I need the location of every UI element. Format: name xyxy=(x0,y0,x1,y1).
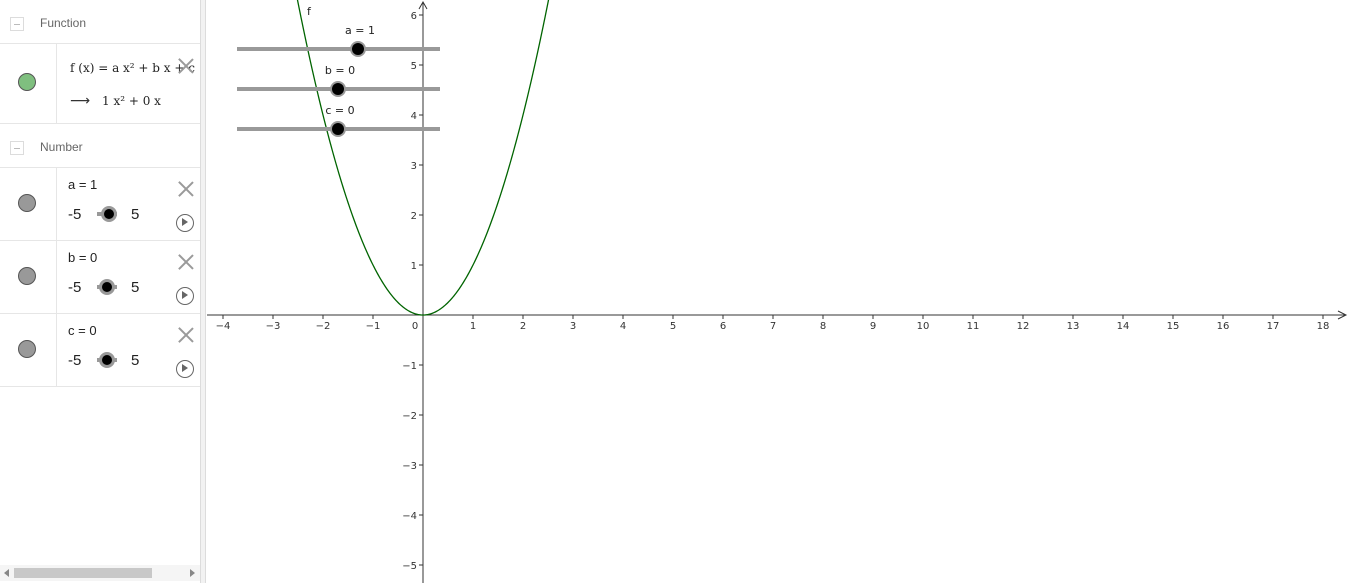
y-tick-label: 3 xyxy=(411,161,417,172)
function-label-f[interactable]: f xyxy=(307,5,312,18)
y-tick-group: 6 5 4 3 2 1 −1 −2 −3 −4 −5 xyxy=(402,11,423,572)
arrow-right-icon: ⟶ xyxy=(70,93,91,109)
number-group-header[interactable]: Number xyxy=(0,124,200,168)
scroll-left-icon[interactable] xyxy=(4,569,9,577)
x-tick-label: 4 xyxy=(620,321,626,332)
collapse-function-group-icon[interactable] xyxy=(10,17,24,31)
number-group-title: Number xyxy=(40,140,83,154)
horizontal-scrollbar[interactable] xyxy=(0,565,200,581)
slider-knob[interactable] xyxy=(332,123,344,135)
x-tick-label: 17 xyxy=(1267,321,1280,332)
y-tick-label: −1 xyxy=(402,361,417,372)
y-tick-label: 5 xyxy=(411,61,417,72)
x-tick-label: 5 xyxy=(670,321,676,332)
x-tick-label: −2 xyxy=(316,321,331,332)
number-item-row[interactable]: a = 1 -5 5 xyxy=(0,168,200,241)
y-tick-label: −5 xyxy=(402,561,417,572)
mini-slider-knob[interactable] xyxy=(99,279,115,295)
x-tick-label: 12 xyxy=(1017,321,1030,332)
slider-min: -5 xyxy=(68,206,82,223)
mini-slider-knob[interactable] xyxy=(101,206,117,222)
x-tick-label: 1 xyxy=(470,321,476,332)
play-animation-icon[interactable] xyxy=(176,214,194,232)
y-tick-label: −2 xyxy=(402,411,417,422)
x-tick-label: 0 xyxy=(412,321,418,332)
delete-number-icon[interactable] xyxy=(177,180,195,198)
x-tick-label: 6 xyxy=(720,321,726,332)
slider-min: -5 xyxy=(68,279,82,296)
visibility-marble-icon[interactable] xyxy=(18,194,36,212)
x-tick-group: −4 −3 −2 −1 0 1 2 3 4 5 6 7 8 9 10 11 12 13 14 15 16 17 18 xyxy=(216,315,1330,332)
y-tick-label: 6 xyxy=(411,11,417,22)
y-tick-label: 1 xyxy=(411,261,417,272)
x-tick-label: 8 xyxy=(820,321,826,332)
delete-number-icon[interactable] xyxy=(177,326,195,344)
marble-cell xyxy=(0,168,57,240)
slider-min: -5 xyxy=(68,352,82,369)
scrollbar-thumb[interactable] xyxy=(14,568,152,578)
x-tick-label: 7 xyxy=(770,321,776,332)
view-divider[interactable] xyxy=(200,0,206,583)
function-item-row[interactable]: f (x) = a x² + b x + c ⟶ 1 x² + 0 x xyxy=(0,44,200,124)
number-item-row[interactable]: c = 0 -5 5 xyxy=(0,314,200,387)
x-tick-label: 3 xyxy=(570,321,576,332)
graphics-canvas[interactable]: −4 −3 −2 −1 0 1 2 3 4 5 6 7 8 9 10 11 12 13 14 15 16 17 18 654… xyxy=(207,0,1350,583)
slider-max: 5 xyxy=(131,206,140,223)
visibility-marble-icon[interactable] xyxy=(18,340,36,358)
y-tick-label: 2 xyxy=(411,211,417,222)
y-tick-label: 4 xyxy=(411,111,417,122)
slider-max: 5 xyxy=(131,352,140,369)
marble-cell xyxy=(0,44,57,123)
x-tick-label: −3 xyxy=(266,321,281,332)
x-tick-label: 11 xyxy=(967,321,980,332)
slider-label: a = 1 xyxy=(345,24,375,37)
play-animation-icon[interactable] xyxy=(176,287,194,305)
number-item-row[interactable]: b = 0 -5 5 xyxy=(0,241,200,314)
y-tick-label: −4 xyxy=(402,511,417,522)
function-value: 1 x² + 0 x xyxy=(102,94,161,108)
number-label[interactable]: a = 1 xyxy=(68,177,97,192)
scroll-right-icon[interactable] xyxy=(190,569,195,577)
x-tick-label: 10 xyxy=(917,321,930,332)
play-animation-icon[interactable] xyxy=(176,360,194,378)
collapse-number-group-icon[interactable] xyxy=(10,141,24,155)
function-group-title: Function xyxy=(40,16,87,30)
number-label[interactable]: b = 0 xyxy=(68,250,97,265)
x-tick-label: 15 xyxy=(1167,321,1180,332)
delete-function-icon[interactable] xyxy=(177,57,195,75)
marble-cell xyxy=(0,241,57,313)
x-tick-label: 13 xyxy=(1067,321,1080,332)
x-tick-label: 16 xyxy=(1217,321,1230,332)
x-tick-label: 18 xyxy=(1317,321,1330,332)
marble-cell xyxy=(0,314,57,386)
slider-max: 5 xyxy=(131,279,140,296)
mini-slider-knob[interactable] xyxy=(99,352,115,368)
slider-knob[interactable] xyxy=(352,43,364,55)
slider-label: b = 0 xyxy=(325,64,355,77)
delete-number-icon[interactable] xyxy=(177,253,195,271)
slider-group[interactable]: a = 1 b = 0 c = 0 xyxy=(237,24,440,137)
slider-label: c = 0 xyxy=(325,104,354,117)
visibility-marble-icon[interactable] xyxy=(18,267,36,285)
x-tick-label: 2 xyxy=(520,321,526,332)
number-label[interactable]: c = 0 xyxy=(68,323,97,338)
x-tick-label: −1 xyxy=(366,321,381,332)
x-tick-label: 9 xyxy=(870,321,876,332)
x-tick-label: −4 xyxy=(216,321,231,332)
algebra-view: Function f (x) = a x² + b x + c ⟶ 1 x² +… xyxy=(0,0,200,583)
graphics-view[interactable]: −4 −3 −2 −1 0 1 2 3 4 5 6 7 8 9 10 11 12 13 14 15 16 17 18 654… xyxy=(207,0,1350,583)
x-tick-label: 14 xyxy=(1117,321,1130,332)
visibility-marble-icon[interactable] xyxy=(18,73,36,91)
function-group-header[interactable]: Function xyxy=(0,0,200,44)
y-tick-label: −3 xyxy=(402,461,417,472)
slider-knob[interactable] xyxy=(332,83,344,95)
